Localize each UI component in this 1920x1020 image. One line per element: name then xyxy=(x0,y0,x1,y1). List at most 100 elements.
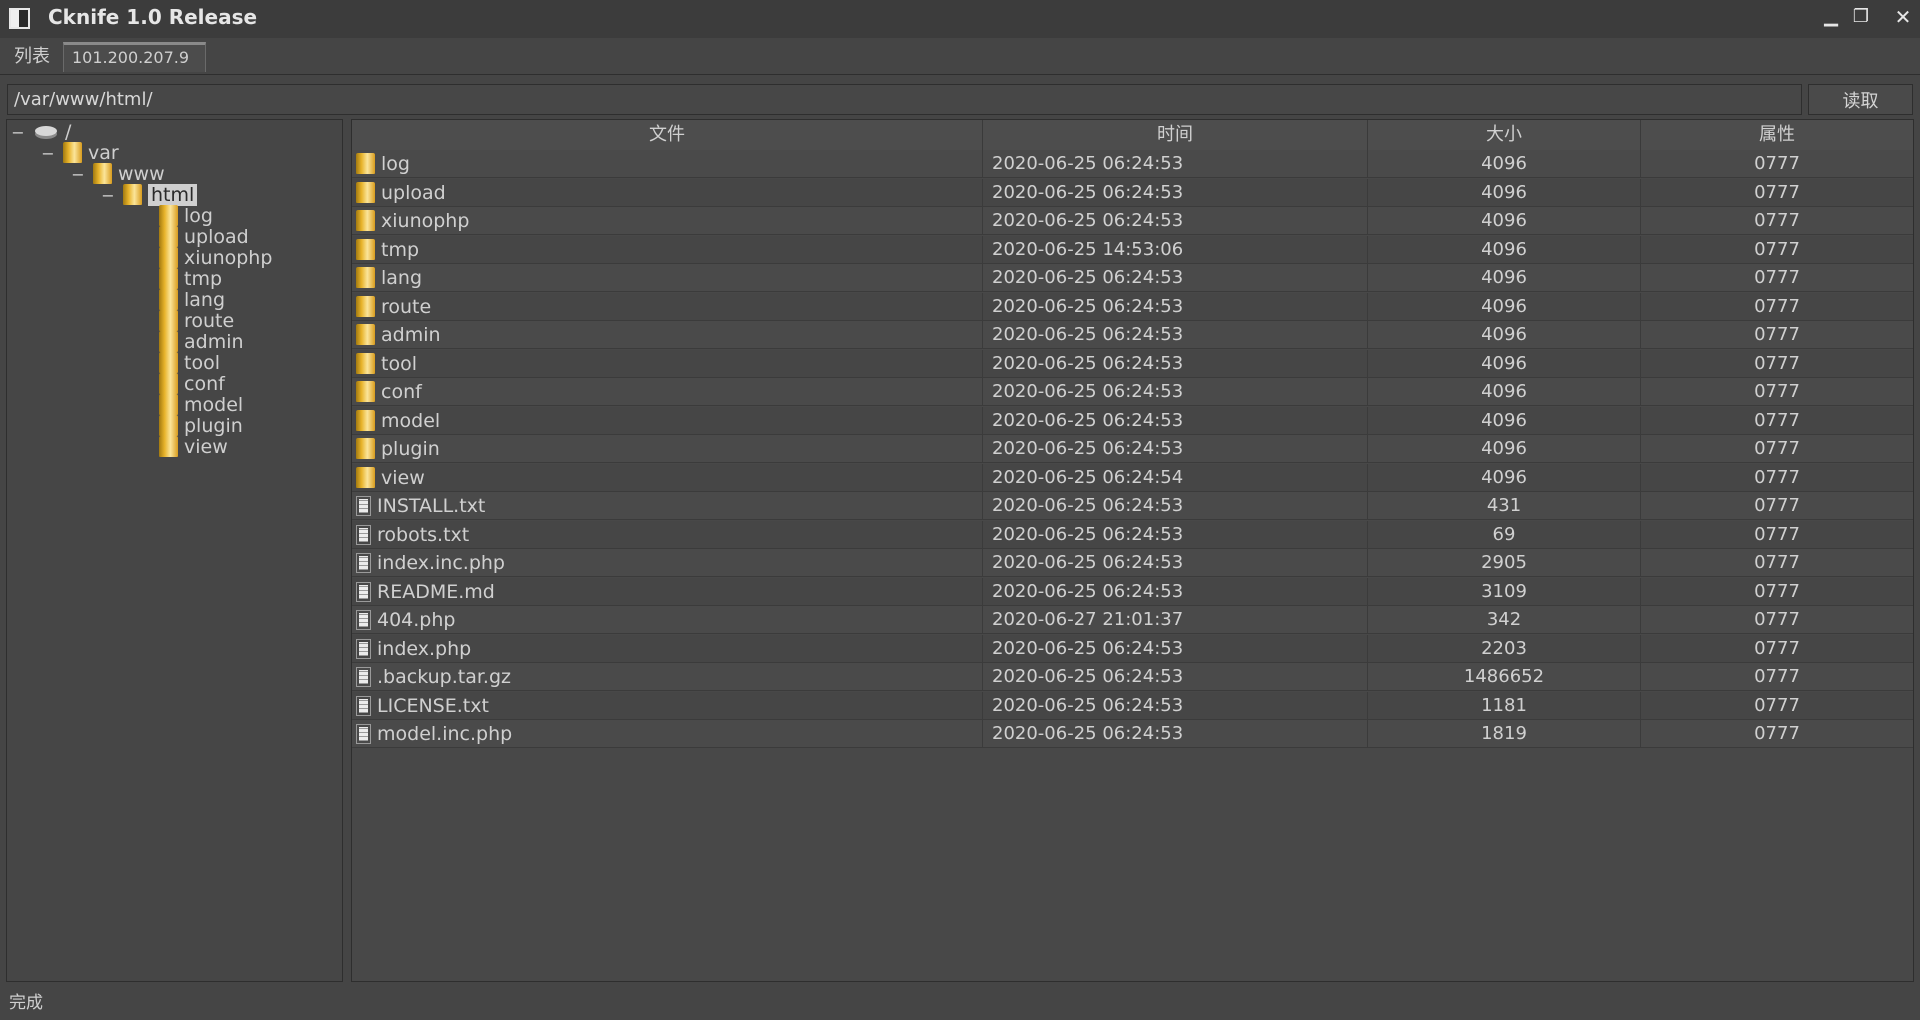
cell-name: LICENSE.txt xyxy=(352,691,983,720)
cell-attr: 0777 xyxy=(1754,466,1800,488)
close-icon[interactable]: ✕ xyxy=(1892,6,1914,28)
table-row[interactable]: log 2020-06-25 06:24:53 4096 0777 xyxy=(352,150,1913,178)
table-row[interactable]: admin 2020-06-25 06:24:53 4096 0777 xyxy=(352,321,1913,349)
file-name: .backup.tar.gz xyxy=(377,666,511,688)
table-row[interactable]: upload 2020-06-25 06:24:53 4096 0777 xyxy=(352,178,1913,207)
cell-name: view xyxy=(352,463,983,492)
file-name: robots.txt xyxy=(377,523,470,546)
cell-time: 2020-06-25 06:24:53 xyxy=(983,520,1368,549)
cell-name: index.php xyxy=(352,634,983,663)
table-row[interactable]: README.md 2020-06-25 06:24:53 3109 0777 xyxy=(352,577,1913,606)
table-row[interactable]: robots.txt 2020-06-25 06:24:53 69 0777 xyxy=(352,520,1913,549)
header-name[interactable]: 文件 xyxy=(352,120,983,150)
folder-icon xyxy=(159,394,178,415)
cell-size: 4096 xyxy=(1368,321,1641,349)
cell-attr: 0777 xyxy=(1754,181,1800,203)
table-row[interactable]: 404.php 2020-06-27 21:01:37 342 0777 xyxy=(352,606,1913,634)
folder-icon xyxy=(356,295,375,317)
window-title: Cknife 1.0 Release xyxy=(48,5,258,29)
folder-icon xyxy=(93,163,112,184)
cell-attr: 0777 xyxy=(1754,637,1800,659)
tab-host[interactable]: 101.200.207.9 xyxy=(63,42,206,72)
table-row[interactable]: conf 2020-06-25 06:24:53 4096 0777 xyxy=(352,378,1913,406)
table-row[interactable]: LICENSE.txt 2020-06-25 06:24:53 1181 0777 xyxy=(352,691,1913,720)
folder-icon xyxy=(123,184,142,205)
table-row[interactable]: view 2020-06-25 06:24:54 4096 0777 xyxy=(352,463,1913,492)
table-row[interactable]: index.inc.php 2020-06-25 06:24:53 2905 0777 xyxy=(352,549,1913,577)
cell-size: 4096 xyxy=(1368,463,1641,492)
restore-icon[interactable]: ❐ xyxy=(1850,6,1872,28)
file-name: view xyxy=(381,466,425,489)
directory-tree: − / − var − www − html log upload xiunophp… xyxy=(6,119,343,982)
cell-attr: 0777 xyxy=(1754,409,1800,431)
cell-name: upload xyxy=(352,178,983,207)
tree-node-view[interactable]: view xyxy=(159,435,228,460)
table-row[interactable]: model 2020-06-25 06:24:53 4096 0777 xyxy=(352,406,1913,435)
table-row[interactable]: xiunophp 2020-06-25 06:24:53 4096 0777 xyxy=(352,207,1913,235)
file-icon xyxy=(356,724,371,744)
minimize-icon[interactable]: ▁ xyxy=(1820,6,1842,28)
tree-label: upload xyxy=(184,226,249,248)
cell-attr: 0777 xyxy=(1754,694,1800,716)
folder-icon xyxy=(356,267,375,288)
table-row[interactable]: tool 2020-06-25 06:24:53 4096 0777 xyxy=(352,349,1913,378)
header-time[interactable]: 时间 xyxy=(983,120,1368,150)
cell-attr: 0777 xyxy=(1754,523,1800,545)
file-name: model xyxy=(381,409,441,432)
table-row[interactable]: tmp 2020-06-25 14:53:06 4096 0777 xyxy=(352,235,1913,264)
file-name: tool xyxy=(381,352,417,375)
tab-list[interactable]: 列表 xyxy=(6,42,58,72)
cell-attr: 0777 xyxy=(1754,352,1800,374)
title-bar: Cknife 1.0 Release ▁ ❐ ✕ xyxy=(0,0,1920,38)
table-row[interactable]: .backup.tar.gz 2020-06-25 06:24:53 1486652… xyxy=(352,663,1913,691)
header-size[interactable]: 大小 xyxy=(1368,120,1641,150)
file-name: xiunophp xyxy=(381,210,470,232)
table-row[interactable]: route 2020-06-25 06:24:53 4096 0777 xyxy=(352,292,1913,321)
tree-label: tmp xyxy=(184,268,223,290)
table-row[interactable]: model.inc.php 2020-06-25 06:24:53 1819 0777 xyxy=(352,720,1913,748)
file-icon xyxy=(356,581,371,602)
cell-time: 2020-06-25 06:24:53 xyxy=(983,321,1368,349)
cell-time: 2020-06-25 06:24:53 xyxy=(983,207,1368,235)
cell-name: route xyxy=(352,292,983,321)
file-icon xyxy=(356,667,371,687)
folder-icon xyxy=(159,310,178,331)
table-row[interactable]: plugin 2020-06-25 06:24:53 4096 0777 xyxy=(352,435,1913,463)
cell-size: 2203 xyxy=(1368,634,1641,663)
cell-time: 2020-06-25 06:24:53 xyxy=(983,663,1368,691)
cell-attr: 0777 xyxy=(1754,210,1800,231)
read-button[interactable]: 读取 xyxy=(1808,84,1913,115)
cell-time: 2020-06-25 06:24:53 xyxy=(983,264,1368,292)
cell-size: 4096 xyxy=(1368,178,1641,207)
cell-size: 3109 xyxy=(1368,577,1641,606)
table-header: 文件 时间 大小 属性 xyxy=(352,120,1913,151)
table-row[interactable]: index.php 2020-06-25 06:24:53 2203 0777 xyxy=(352,634,1913,663)
cell-attr: 0777 xyxy=(1754,438,1800,459)
cell-time: 2020-06-25 06:24:53 xyxy=(983,406,1368,435)
cell-time: 2020-06-25 06:24:54 xyxy=(983,463,1368,492)
cell-name: index.inc.php xyxy=(352,549,983,577)
cell-size: 4096 xyxy=(1368,435,1641,463)
tree-label: view xyxy=(184,436,228,458)
cell-time: 2020-06-25 06:24:53 xyxy=(983,691,1368,720)
folder-icon xyxy=(356,153,375,174)
table-row[interactable]: lang 2020-06-25 06:24:53 4096 0777 xyxy=(352,264,1913,292)
cell-name: 404.php xyxy=(352,606,983,634)
collapse-icon[interactable]: − xyxy=(41,141,55,166)
tree-label: route xyxy=(184,310,235,332)
header-attr[interactable]: 属性 xyxy=(1641,120,1913,150)
folder-icon xyxy=(159,352,178,373)
cell-time: 2020-06-25 06:24:53 xyxy=(983,349,1368,378)
collapse-icon[interactable]: − xyxy=(71,162,85,187)
file-name: log xyxy=(381,153,410,175)
table-row[interactable]: INSTALL.txt 2020-06-25 06:24:53 431 0777 xyxy=(352,492,1913,520)
cell-attr: 0777 xyxy=(1754,552,1800,573)
cell-time: 2020-06-25 06:24:53 xyxy=(983,549,1368,577)
collapse-icon[interactable]: − xyxy=(101,183,115,208)
path-input[interactable] xyxy=(7,84,1802,115)
file-name: upload xyxy=(381,181,446,204)
cell-size: 342 xyxy=(1368,606,1641,634)
cell-size: 4096 xyxy=(1368,378,1641,406)
collapse-icon[interactable]: − xyxy=(11,120,25,145)
tree-label: lang xyxy=(184,289,226,311)
